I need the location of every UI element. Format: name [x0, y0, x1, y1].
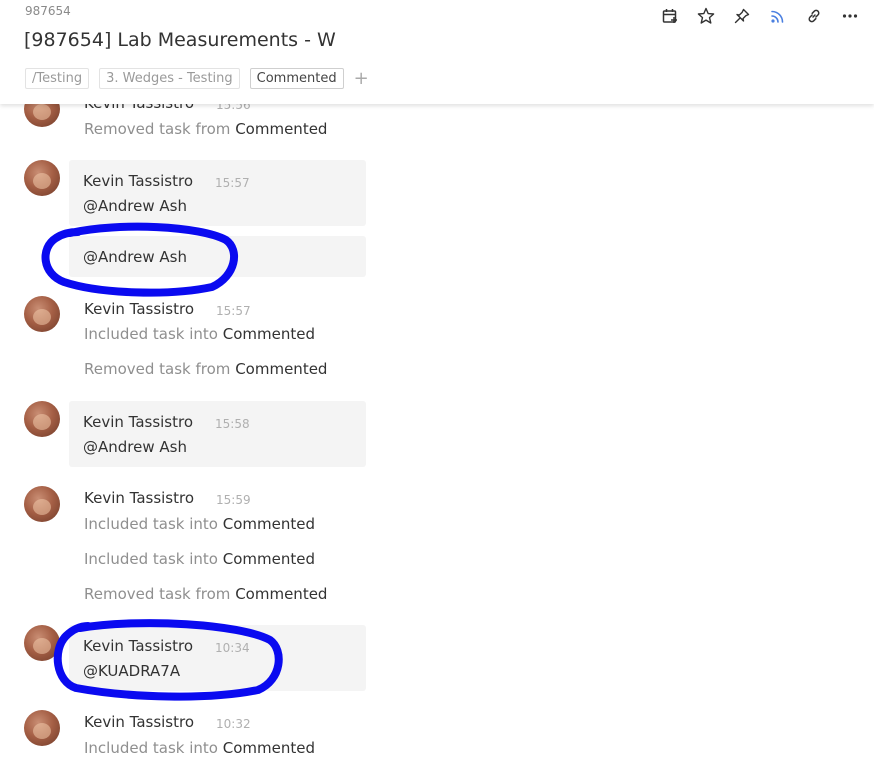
- link-icon: [808, 9, 820, 23]
- calendar-add-icon: [662, 9, 677, 23]
- task-header: 987654 [987654] Lab Measurements - W /Te…: [0, 0, 874, 104]
- list-link[interactable]: Commented: [235, 360, 327, 378]
- rss-icon: [771, 10, 784, 23]
- avatar[interactable]: [24, 625, 60, 661]
- tag-wedges-testing[interactable]: 3. Wedges - Testing: [99, 68, 240, 89]
- author-name[interactable]: Kevin Tassistro: [83, 413, 193, 431]
- list-link[interactable]: Commented: [223, 325, 315, 343]
- timestamp: 10:34: [215, 641, 250, 655]
- comment-text: @KUADRA7A: [83, 662, 181, 680]
- activity-line: Removed task from Commented: [84, 585, 328, 603]
- author-name[interactable]: Kevin Tassistro: [83, 637, 193, 655]
- copy-link-button[interactable]: [796, 5, 832, 27]
- tag-commented[interactable]: Commented: [249, 68, 344, 89]
- timestamp: 15:57: [216, 304, 251, 318]
- star-icon: [697, 7, 715, 24]
- avatar[interactable]: [24, 486, 60, 522]
- comment-bubble: [69, 625, 366, 691]
- tag-list: /Testing 3. Wedges - Testing Commented +: [25, 68, 369, 89]
- activity-line: Removed task from Commented: [84, 360, 328, 378]
- timestamp: 15:58: [215, 417, 250, 431]
- favorite-button[interactable]: [688, 5, 724, 27]
- more-button[interactable]: [832, 5, 868, 27]
- timestamp: 10:32: [216, 717, 251, 731]
- activity-line: Included task into Commented: [84, 325, 315, 343]
- more-icon: [842, 14, 858, 18]
- subscribe-button[interactable]: [760, 5, 796, 27]
- author-name[interactable]: Kevin Tassistro: [83, 172, 193, 190]
- task-id: 987654: [25, 4, 71, 18]
- comment-bubble: [69, 160, 366, 226]
- header-toolbar: [652, 5, 868, 27]
- activity-line: Included task into Commented: [84, 515, 315, 533]
- author-name[interactable]: Kevin Tassistro: [84, 300, 194, 318]
- author-name[interactable]: Kevin Tassistro: [84, 489, 194, 507]
- activity-line: Included task into Commented: [84, 550, 315, 568]
- task-title[interactable]: [987654] Lab Measurements - W: [24, 29, 336, 51]
- comment-bubble: [69, 401, 366, 467]
- calendar-add-button[interactable]: [652, 5, 688, 27]
- pin-icon: [734, 8, 750, 24]
- author-name[interactable]: Kevin Tassistro: [84, 713, 194, 731]
- pin-button[interactable]: [724, 5, 760, 27]
- activity-feed: Kevin Tassistro 15:56 Removed task from …: [0, 0, 874, 774]
- comment-text: @Andrew Ash: [83, 248, 187, 266]
- avatar[interactable]: [24, 401, 60, 437]
- tag-testing[interactable]: /Testing: [25, 68, 90, 89]
- list-link[interactable]: Commented: [223, 550, 315, 568]
- activity-line: Removed task from Commented: [84, 120, 328, 138]
- list-link[interactable]: Commented: [223, 739, 315, 757]
- timestamp: 15:59: [216, 493, 251, 507]
- timestamp: 15:57: [215, 176, 250, 190]
- list-link[interactable]: Commented: [235, 120, 327, 138]
- activity-line: Included task into Commented: [84, 739, 315, 757]
- avatar[interactable]: [24, 296, 60, 332]
- list-link[interactable]: Commented: [223, 515, 315, 533]
- comment-text: @Andrew Ash: [83, 438, 187, 456]
- comment-text: @Andrew Ash: [83, 197, 187, 215]
- avatar[interactable]: [24, 710, 60, 746]
- avatar[interactable]: [24, 160, 60, 196]
- list-link[interactable]: Commented: [235, 585, 327, 603]
- add-tag-button[interactable]: +: [354, 69, 369, 88]
